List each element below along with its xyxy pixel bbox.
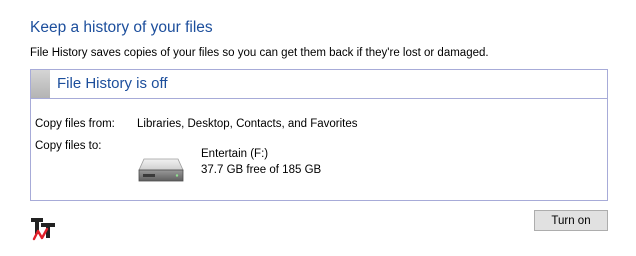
- drive-name: Entertain (F:): [201, 148, 269, 160]
- file-history-page: Keep a history of your files File Histor…: [0, 0, 636, 256]
- page-title: Keep a history of your files: [30, 19, 213, 36]
- copy-to-label: Copy files to:: [35, 140, 102, 152]
- drive-free-space: 37.7 GB free of 185 GB: [201, 164, 322, 176]
- status-title: File History is off: [57, 75, 168, 92]
- drive-icon: [138, 158, 184, 182]
- copy-from-label: Copy files from:: [35, 118, 115, 130]
- status-indicator-swatch: [31, 70, 50, 98]
- page-description: File History saves copies of your files …: [30, 47, 489, 59]
- turn-on-button[interactable]: Turn on: [534, 210, 608, 231]
- status-panel: File History is off Copy files from: Lib…: [30, 69, 608, 201]
- status-panel-header: File History is off: [31, 70, 607, 99]
- copy-from-value: Libraries, Desktop, Contacts, and Favori…: [137, 118, 358, 130]
- brand-logo-icon: [31, 218, 55, 241]
